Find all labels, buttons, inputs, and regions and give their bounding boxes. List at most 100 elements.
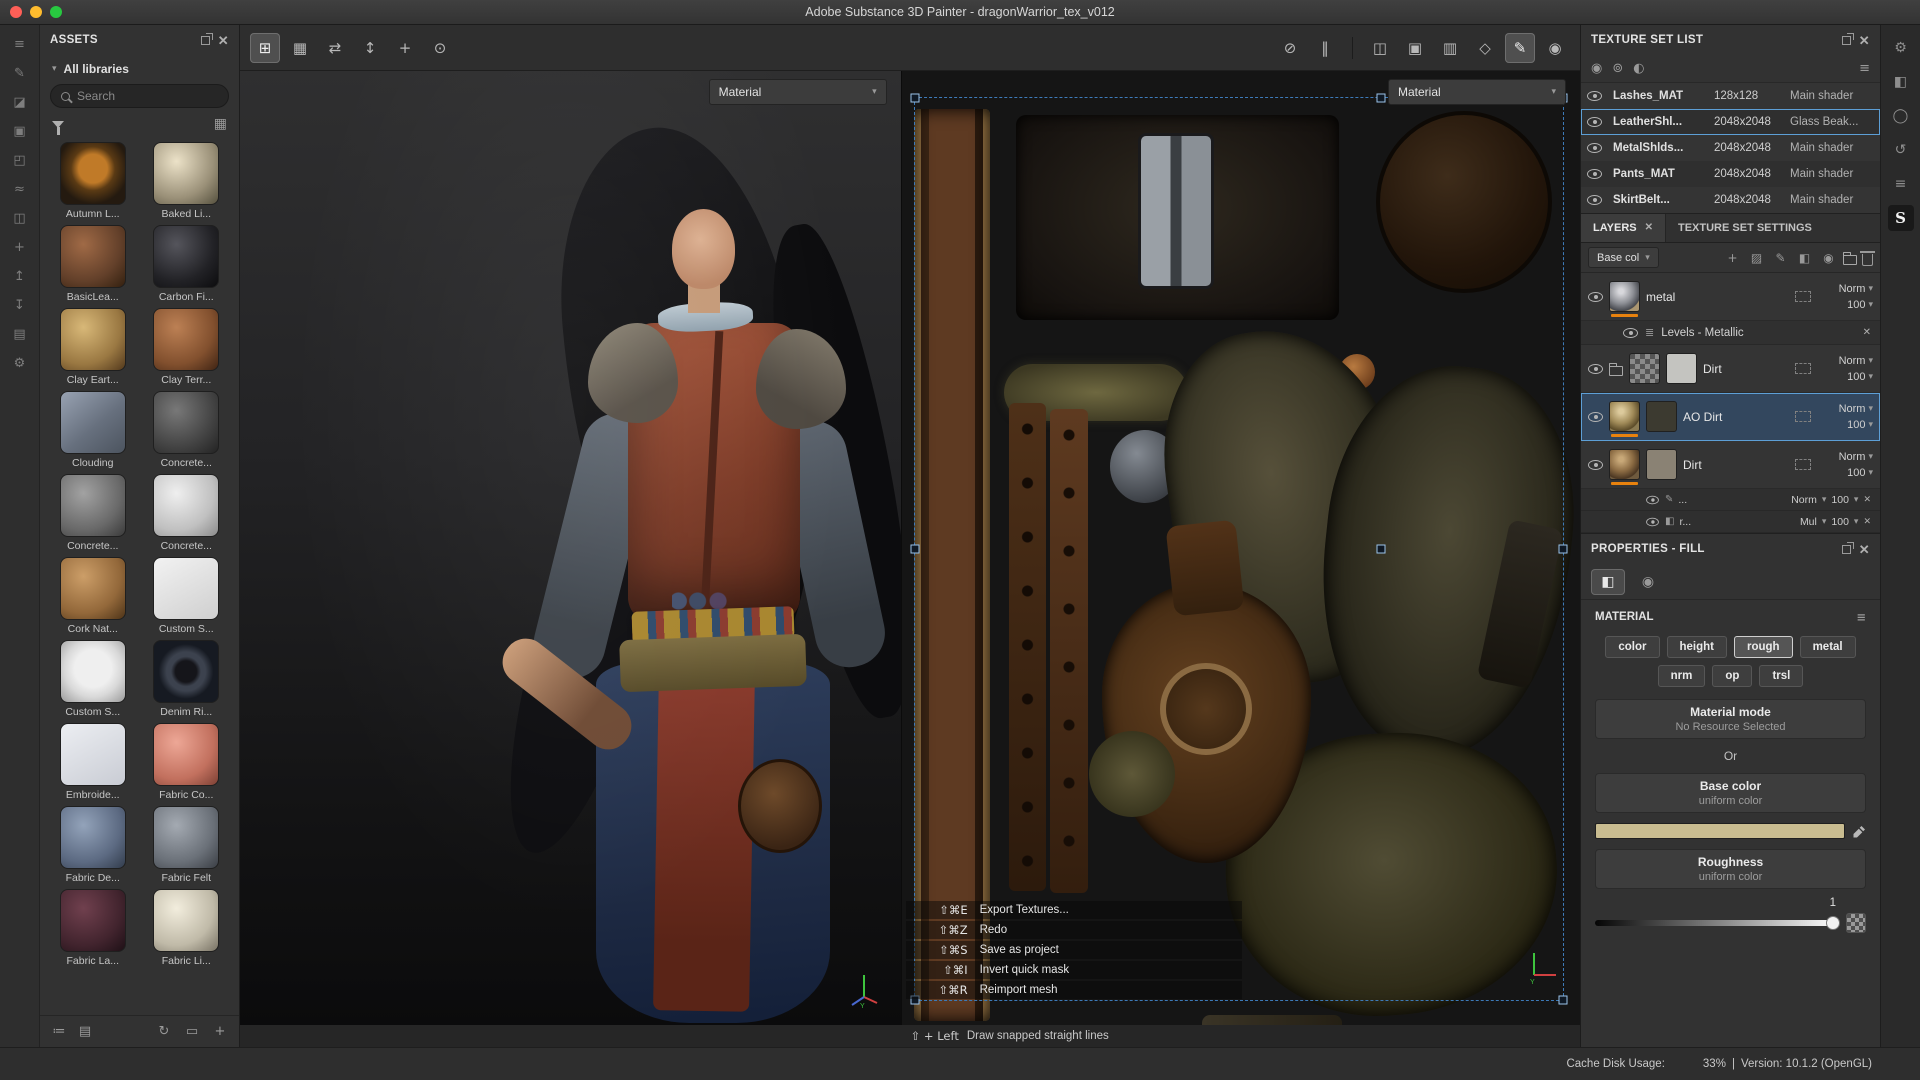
fill-layer-icon[interactable]: ◧	[1795, 248, 1814, 267]
visibility-eye-icon[interactable]	[1587, 195, 1602, 205]
roughness-slider[interactable]	[1595, 920, 1838, 926]
visibility-eye-icon[interactable]	[1587, 143, 1602, 153]
add-layer-icon[interactable]: +	[1723, 248, 1742, 267]
smart-material-icon[interactable]: ◉	[1819, 248, 1838, 267]
blend-mode-dropdown[interactable]: Mul	[1800, 516, 1817, 528]
base-color-button[interactable]: Base color uniform color	[1595, 773, 1866, 813]
asset-item[interactable]: Fabric Felt	[142, 806, 232, 884]
asset-item[interactable]: Clouding	[48, 391, 138, 469]
blend-mode-dropdown[interactable]: Norm▾	[1839, 403, 1873, 415]
paint-layer-icon[interactable]: ✎	[1771, 248, 1790, 267]
mask-thumbnail[interactable]	[1646, 401, 1677, 432]
asset-thumbnail[interactable]	[60, 391, 126, 454]
viewport-3d[interactable]: Material ▾	[240, 71, 901, 1025]
toggle-all-visibility-icon[interactable]: ◉	[1591, 61, 1602, 76]
asset-thumbnail[interactable]	[60, 474, 126, 537]
remove-effect-icon[interactable]: ✕	[1863, 328, 1871, 338]
zoom-window-button[interactable]	[50, 6, 62, 18]
base-color-swatch[interactable]	[1595, 823, 1845, 839]
reference-frame-icon[interactable]	[1795, 291, 1811, 302]
asset-item[interactable]: Concrete...	[142, 391, 232, 469]
add-mask-icon[interactable]: ▨	[1747, 248, 1766, 267]
fill-properties-tab[interactable]: ◧	[1591, 569, 1625, 595]
mask-thumbnail[interactable]	[1666, 353, 1697, 384]
opacity-dropdown[interactable]: 100▾	[1847, 371, 1873, 383]
filter-funnel-icon[interactable]	[52, 121, 64, 128]
blend-mode-dropdown[interactable]: Norm	[1791, 494, 1817, 506]
texture-set-row[interactable]: Pants_MAT 2048x2048 Main shader	[1581, 161, 1880, 187]
remove-effect-icon[interactable]: ✕	[1863, 517, 1871, 526]
visibility-eye-icon[interactable]	[1588, 460, 1603, 470]
asset-item[interactable]: Fabric Co...	[142, 723, 232, 801]
quick-mask-brush-toggle[interactable]: ✎	[1505, 33, 1535, 63]
visibility-eye-icon[interactable]	[1588, 364, 1603, 374]
asset-item[interactable]: Autumn L...	[48, 142, 138, 220]
asset-item[interactable]: Custom S...	[48, 640, 138, 718]
close-window-button[interactable]	[10, 6, 22, 18]
substance-logo[interactable]: S	[1888, 205, 1914, 231]
log-icon[interactable]: ≡	[1888, 171, 1914, 197]
asset-thumbnail[interactable]	[60, 640, 126, 703]
asset-thumbnail[interactable]	[153, 889, 219, 952]
visibility-eye-icon[interactable]	[1587, 91, 1602, 101]
selection-handle[interactable]	[910, 94, 919, 103]
asset-thumbnail[interactable]	[60, 142, 126, 205]
layer-thumbnail[interactable]	[1609, 281, 1640, 312]
display-settings-icon[interactable]: ◧	[1888, 69, 1914, 95]
texture-set-shader[interactable]: Main shader	[1790, 90, 1874, 102]
reference-frame-icon[interactable]	[1795, 459, 1811, 470]
tab-layers[interactable]: LAYERS ✕	[1581, 214, 1665, 242]
material-properties-tab[interactable]: ◉	[1631, 569, 1665, 595]
shader-link-icon[interactable]: ⊚	[1612, 61, 1623, 76]
undock-panel-icon[interactable]	[1842, 36, 1851, 45]
material-view-toggle[interactable]: ▥	[1435, 33, 1465, 63]
export-textures-icon[interactable]: ↥	[6, 263, 34, 290]
mask-content-row[interactable]: ✎ ... Norm▾ 100▾ ✕	[1581, 489, 1880, 511]
asset-item[interactable]: Fabric De...	[48, 806, 138, 884]
visibility-eye-icon[interactable]	[1587, 169, 1602, 179]
tiling-toggle[interactable]: ▦	[285, 33, 315, 63]
section-menu-icon[interactable]: ≡	[1856, 610, 1866, 624]
asset-thumbnail[interactable]	[153, 640, 219, 703]
smudge-tool-icon[interactable]: ≈	[6, 176, 34, 203]
close-panel-icon[interactable]: ✕	[218, 34, 229, 47]
opacity-dropdown[interactable]: 100	[1831, 494, 1849, 506]
layer-thumbnail[interactable]	[1609, 449, 1640, 480]
clone-tool-icon[interactable]: ◫	[6, 205, 34, 232]
visibility-eye-icon[interactable]	[1588, 292, 1603, 302]
asset-thumbnail[interactable]	[60, 308, 126, 371]
environment-settings-icon[interactable]: ◯	[1888, 103, 1914, 129]
blend-mode-dropdown[interactable]: Norm▾	[1839, 451, 1873, 463]
texture-set-shader[interactable]: Main shader	[1790, 168, 1874, 180]
layer-thumbnail[interactable]	[1609, 401, 1640, 432]
shelf-panel-icon[interactable]: ▤	[6, 321, 34, 348]
gizmo-settings-button[interactable]: ⊙	[425, 33, 455, 63]
viewport-3d-mode-select[interactable]: Material ▾	[709, 79, 887, 105]
asset-item[interactable]: Fabric Li...	[142, 889, 232, 967]
texture-picker-icon[interactable]	[1846, 913, 1866, 933]
opacity-dropdown[interactable]: 100▾	[1847, 467, 1873, 479]
asset-thumbnail[interactable]	[153, 225, 219, 288]
delete-layer-icon[interactable]	[1862, 254, 1873, 266]
asset-item[interactable]: BasicLea...	[48, 225, 138, 303]
history-icon[interactable]: ↺	[1888, 137, 1914, 163]
opacity-dropdown[interactable]: 100	[1831, 516, 1849, 528]
roughness-button[interactable]: Roughness uniform color	[1595, 849, 1866, 889]
channel-toggle[interactable]: trsl	[1759, 665, 1803, 687]
split-view-toggle[interactable]: ◫	[1365, 33, 1395, 63]
minimize-window-button[interactable]	[30, 6, 42, 18]
group-thumbnail[interactable]	[1629, 353, 1660, 384]
layer-row[interactable]: metal Norm▾ 100▾	[1581, 273, 1880, 321]
channel-toggle[interactable]: op	[1712, 665, 1752, 687]
thumbnail-view-icon[interactable]: ▤	[76, 1023, 94, 1041]
search-input[interactable]: Search	[50, 84, 229, 108]
undock-panel-icon[interactable]	[201, 36, 210, 45]
eraser-tool-icon[interactable]: ◪	[6, 89, 34, 116]
new-folder-icon[interactable]: ▭	[183, 1023, 201, 1041]
blend-mode-dropdown[interactable]: Norm▾	[1839, 283, 1873, 295]
asset-thumbnail[interactable]	[153, 142, 219, 205]
channel-toggle[interactable]: metal	[1800, 636, 1856, 658]
asset-item[interactable]: Concrete...	[142, 474, 232, 552]
asset-thumbnail[interactable]	[153, 391, 219, 454]
close-tab-icon[interactable]: ✕	[1645, 223, 1653, 233]
